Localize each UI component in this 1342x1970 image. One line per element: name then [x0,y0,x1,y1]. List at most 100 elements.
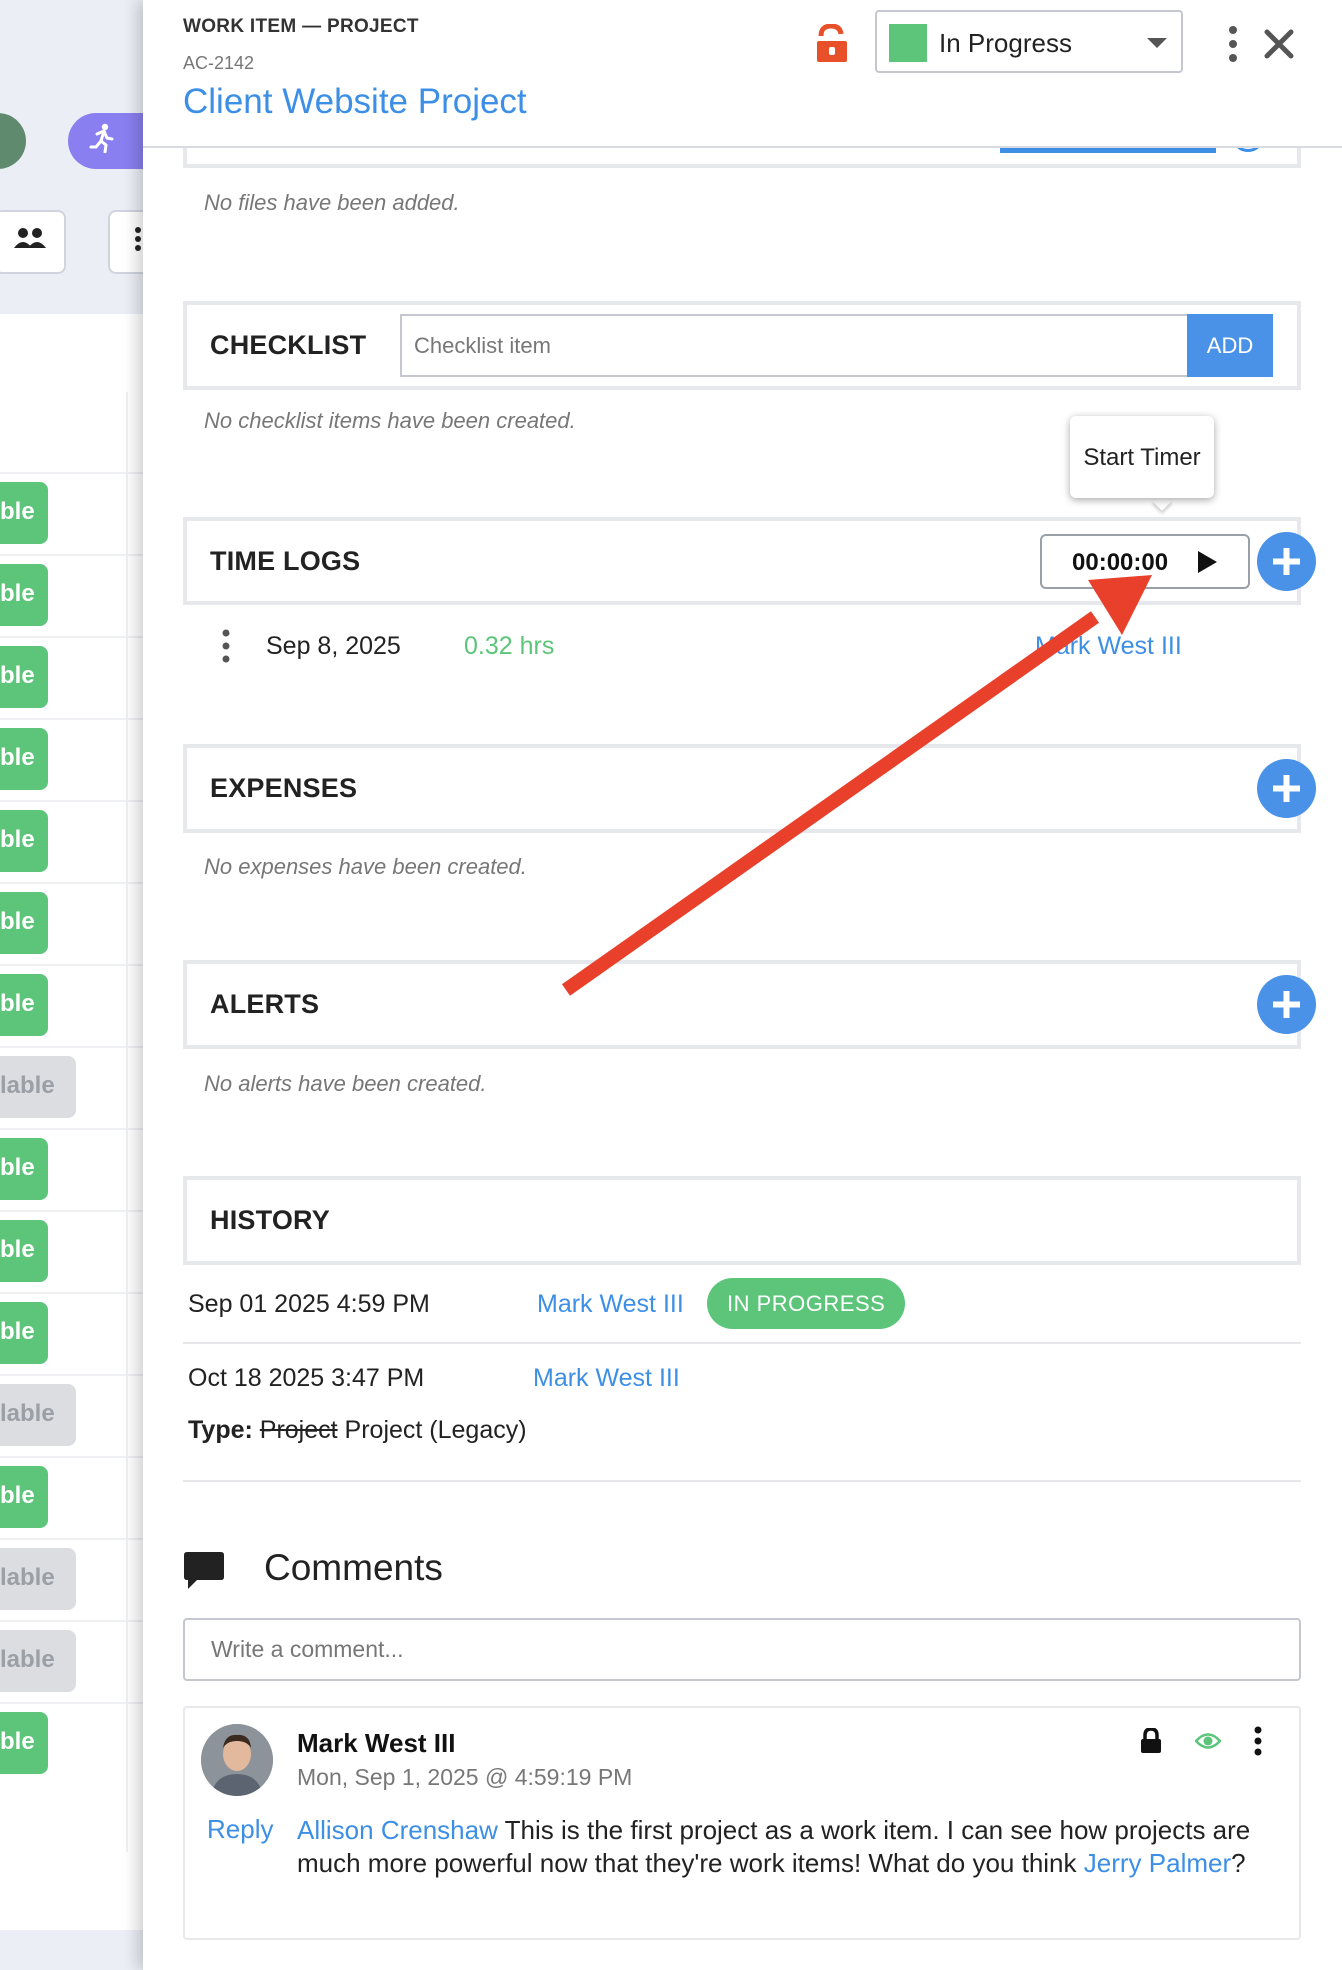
time-log-hours: 0.32 hrs [464,632,555,660]
background-status-badge[interactable]: ble [0,1466,48,1528]
alerts-empty-message: No alerts have been created. [204,1071,487,1096]
background-status-badge[interactable]: ble [0,1712,48,1774]
history-section: HISTORY [183,1176,1301,1265]
comment-input[interactable] [183,1618,1301,1681]
background-topbar [0,0,160,62]
timer-value: 00:00:00 [1072,549,1169,576]
speech-bubble-icon [184,1552,224,1589]
status-dropdown[interactable]: In Progress [875,10,1183,73]
background-status-badge[interactable]: ble [0,1138,48,1200]
background-team-button[interactable] [0,210,66,274]
history-entry-user-link[interactable]: Mark West III [537,1290,684,1319]
checklist-empty-message: No checklist items have been created. [204,408,576,433]
plus-icon [1273,548,1300,575]
time-log-options-icon[interactable] [221,628,231,664]
background-row-divider [0,1456,160,1458]
background-row-divider [0,1702,160,1704]
background-status-badge[interactable]: ble [0,810,48,872]
history-title: HISTORY [210,1205,330,1235]
status-color-swatch [889,24,927,62]
files-upload-bar[interactable] [1000,148,1216,153]
comment-timestamp: Mon, Sep 1, 2025 @ 4:59:19 PM [297,1764,633,1790]
play-icon[interactable] [1195,550,1219,574]
comment-body: Allison Crenshaw This is the first proje… [297,1814,1287,1880]
avatar-image [201,1724,273,1796]
background-status-badge[interactable]: ble [0,482,48,544]
background-row-divider [0,800,160,802]
comments-title: Comments [264,1547,443,1588]
background-row-divider [0,882,160,884]
background-status-badge[interactable]: lable [0,1548,76,1610]
background-toolbar [0,62,160,314]
background-status-badge[interactable]: ble [0,728,48,790]
timer-widget[interactable]: 00:00:00 [1040,534,1250,589]
background-row-divider [0,1128,160,1130]
add-time-log-button[interactable] [1257,532,1316,591]
mention-link[interactable]: Jerry Palmer [1084,1848,1231,1878]
background-row-divider [0,964,160,966]
checklist-input[interactable] [400,314,1187,377]
kebab-icon [135,227,141,251]
background-row-divider [0,718,160,720]
checklist-section: CHECKLIST ADD [183,301,1301,390]
eye-icon[interactable] [1195,1730,1221,1752]
background-status-badge[interactable]: lable [0,1630,76,1692]
background-status-badge[interactable]: ble [0,646,48,708]
work-item-drawer: WORK ITEM — PROJECT AC-2142 Client Websi… [143,0,1342,1970]
add-expense-button[interactable] [1257,759,1316,818]
drawer-header: WORK ITEM — PROJECT AC-2142 Client Websi… [143,0,1342,148]
background-row-divider [0,1210,160,1212]
close-icon[interactable] [1263,28,1295,60]
history-entry-datetime: Sep 01 2025 4:59 PM [188,1290,430,1318]
history-status-badge: IN PROGRESS [707,1278,906,1329]
reply-link[interactable]: Reply [207,1814,273,1845]
background-row-divider [0,472,160,474]
history-type-change: Type: Project Project (Legacy) [188,1416,527,1445]
comment-author[interactable]: Mark West III [297,1728,455,1759]
history-divider [183,1342,1301,1344]
comment-card: Mark West III Mon, Sep 1, 2025 @ 4:59:19… [183,1706,1301,1940]
drawer-body[interactable]: No files have been added. CHECKLIST ADD … [143,148,1342,1970]
background-status-badge[interactable]: ble [0,1302,48,1364]
background-status-badge[interactable]: lable [0,1056,76,1118]
comment-options-icon[interactable] [1253,1726,1263,1756]
plus-icon [1273,775,1300,802]
background-status-badge[interactable]: ble [0,974,48,1036]
mention-link[interactable]: Allison Crenshaw [297,1815,498,1845]
background-grid-line [126,392,128,1852]
history-type-label: Type: [188,1416,253,1444]
alerts-title: ALERTS [210,989,320,1019]
time-logs-section: TIME LOGS 00:00:00 [183,517,1316,605]
running-person-icon [89,123,114,154]
unlocked-padlock-icon[interactable] [813,24,853,64]
work-item-type-label: WORK ITEM — PROJECT [183,16,419,37]
background-row-divider [0,1538,160,1540]
time-log-date: Sep 8, 2025 [266,632,401,660]
users-icon [14,228,46,248]
add-alert-button[interactable] [1257,975,1316,1034]
lock-icon[interactable] [1140,1728,1162,1754]
time-log-user-link[interactable]: Mark West III [1035,632,1182,661]
background-status-badge[interactable]: ble [0,564,48,626]
background-footer [0,1930,160,1970]
background-row-divider [0,636,160,638]
work-item-title[interactable]: Client Website Project [183,82,527,122]
background-row-divider [0,1620,160,1622]
background-row-divider [0,1046,160,1048]
background-status-badge[interactable]: ble [0,1220,48,1282]
chevron-down-icon [1147,38,1167,48]
alerts-section: ALERTS [183,960,1316,1049]
expenses-empty-message: No expenses have been created. [204,854,527,879]
expenses-section: EXPENSES [183,744,1316,833]
comment-text-end: ? [1231,1848,1246,1878]
checklist-add-button[interactable]: ADD [1187,314,1273,377]
avatar[interactable] [201,1724,273,1796]
background-status-badge[interactable]: ble [0,892,48,954]
time-logs-title: TIME LOGS [210,546,361,576]
background-status-badge[interactable]: lable [0,1384,76,1446]
history-entry-user-link[interactable]: Mark West III [533,1364,680,1393]
background-app: ble ble ble ble ble ble ble lable ble ble ble lable… [0,0,178,1970]
more-options-icon[interactable] [1223,24,1243,64]
plus-icon [1273,991,1300,1018]
checklist-title: CHECKLIST [210,330,367,360]
